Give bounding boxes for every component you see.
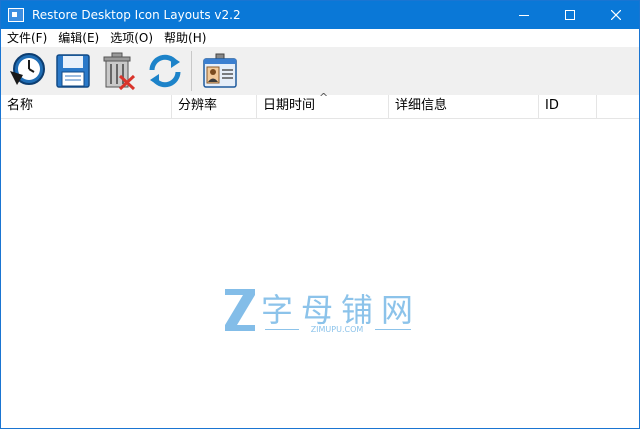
menu-edit[interactable]: 编辑(E)	[52, 29, 104, 47]
minimize-button[interactable]	[501, 1, 547, 29]
column-label: ID	[545, 98, 559, 113]
column-label: 日期时间	[263, 98, 316, 113]
sort-ascending-icon: ^	[319, 91, 329, 104]
id-card-icon	[203, 53, 237, 88]
refresh-icon	[149, 54, 181, 88]
minimize-icon	[519, 15, 529, 16]
column-label: 详细信息	[395, 98, 448, 113]
menu-file[interactable]: 文件(F)	[1, 29, 52, 47]
restore-layout-button[interactable]	[5, 49, 49, 93]
title-bar[interactable]: Restore Desktop Icon Layouts v2.2	[1, 1, 639, 29]
refresh-button[interactable]	[143, 49, 187, 93]
menu-options[interactable]: 选项(O)	[104, 29, 158, 47]
column-header-details[interactable]: 详细信息	[389, 95, 539, 119]
column-header-name[interactable]: 名称	[1, 95, 172, 119]
clock-restore-icon	[10, 53, 45, 85]
column-header-datetime[interactable]: 日期时间 ^	[257, 91, 389, 119]
toolbar-separator	[191, 51, 192, 91]
trash-delete-icon	[103, 52, 136, 91]
maximize-icon	[565, 10, 575, 20]
save-layout-button[interactable]	[51, 49, 95, 93]
delete-layout-button[interactable]	[97, 49, 141, 93]
watermark: 字母铺网 ZIMUPU.COM	[223, 285, 423, 340]
column-header-id[interactable]: ID	[539, 95, 597, 119]
menu-help[interactable]: 帮助(H)	[158, 29, 211, 47]
list-header: 名称 分辨率 日期时间 ^ 详细信息 ID	[1, 91, 639, 119]
app-icon	[8, 8, 24, 22]
window-title: Restore Desktop Icon Layouts v2.2	[32, 8, 241, 22]
column-label: 名称	[7, 98, 34, 113]
column-label: 分辨率	[178, 98, 218, 113]
watermark-line-right	[375, 329, 411, 330]
column-header-resolution[interactable]: 分辨率	[172, 95, 257, 119]
layouts-list[interactable]: 名称 分辨率 日期时间 ^ 详细信息 ID 字母铺网 ZIMUPU.COM	[1, 91, 639, 428]
app-window: Restore Desktop Icon Layouts v2.2 文件(F) …	[0, 0, 640, 429]
close-icon	[611, 10, 621, 20]
about-button[interactable]	[198, 49, 242, 93]
watermark-logo-icon	[225, 289, 255, 331]
close-button[interactable]	[593, 1, 639, 29]
save-floppy-icon	[56, 54, 90, 88]
maximize-button[interactable]	[547, 1, 593, 29]
menu-bar: 文件(F) 编辑(E) 选项(O) 帮助(H)	[1, 29, 639, 47]
